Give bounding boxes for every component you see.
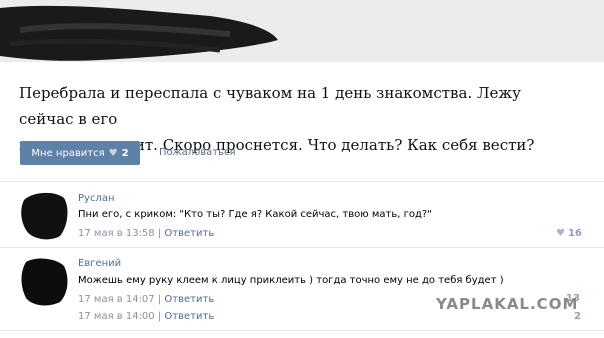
avatar[interactable] [20, 190, 70, 240]
comment-meta: 17 мая в 13:58 | Ответить [78, 228, 214, 239]
comment-date[interactable]: 17 мая в 13:58 [78, 228, 155, 239]
reply-link[interactable]: Ответить [164, 294, 214, 305]
comment-meta: 17 мая в 14:07 | Ответить [78, 294, 214, 305]
redaction-scribble [0, 5, 278, 61]
like-label: Мне нравится [31, 147, 105, 159]
post-text-line: Перебрала и переспала с чуваком на 1 ден… [19, 84, 521, 128]
reply-link[interactable]: Ответить [164, 228, 214, 239]
meta-separator: | [157, 311, 162, 322]
comment-text: Можешь ему руку клеем к лицу приклеить )… [78, 275, 504, 286]
meta-separator: | [157, 228, 162, 239]
like-button[interactable]: Мне нравится ♥ 2 [20, 141, 140, 165]
avatar[interactable] [20, 256, 70, 306]
comment-meta: 17 мая в 14:00 | Ответить [78, 311, 214, 322]
comment-like-count: 16 [567, 228, 582, 239]
comment-date[interactable]: 17 мая в 14:07 [78, 294, 155, 305]
like-count: 2 [121, 147, 129, 159]
heart-icon: ♥ [108, 147, 118, 159]
watermark: YAPLAKAL.COM [436, 295, 579, 313]
comment-date[interactable]: 17 мая в 14:00 [78, 311, 155, 322]
comment-author[interactable]: Руслан [78, 193, 115, 204]
divider [0, 247, 604, 248]
heart-icon: ♥ [556, 228, 565, 239]
comment-text: Пни его, с криком: "Кто ты? Где я? Какой… [78, 209, 432, 220]
reply-link[interactable]: Ответить [164, 311, 214, 322]
comment-likes[interactable]: ♥ 16 [556, 228, 582, 239]
meta-separator: | [157, 294, 162, 305]
comment-author[interactable]: Евгений [78, 258, 121, 269]
divider [0, 330, 604, 331]
divider [0, 181, 604, 182]
complain-link[interactable]: Пожаловаться [159, 147, 236, 158]
